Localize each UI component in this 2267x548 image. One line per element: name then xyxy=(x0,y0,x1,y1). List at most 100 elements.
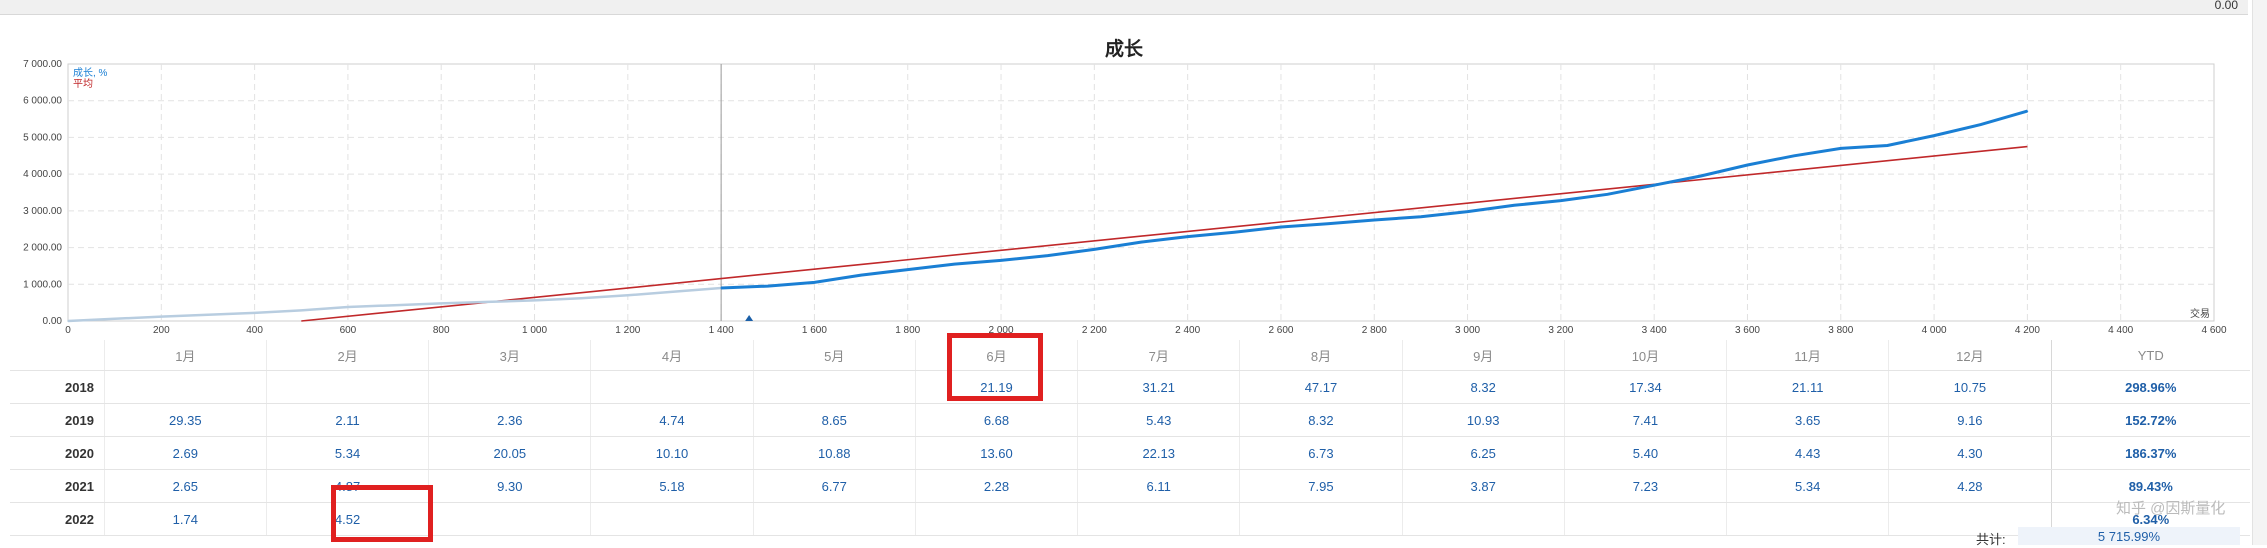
month-return-cell: 6.77 xyxy=(752,469,916,503)
y-tick-label: 2 000.00 xyxy=(23,243,62,254)
growth-point xyxy=(1560,199,1562,202)
x-tick-label: 1 000 xyxy=(522,325,547,336)
row-year: 2019 xyxy=(10,403,105,437)
growth-point xyxy=(813,281,816,284)
table-row: 2020 2.69 5.34 20.05 10.10 10.88 13.60 22.13 6.7… xyxy=(10,436,2250,470)
x-tick-label: 200 xyxy=(153,325,170,336)
y-tick-label: 5 000.00 xyxy=(23,132,62,143)
header-month: 10月 xyxy=(1563,340,1727,371)
y-tick-label: 6 000.00 xyxy=(23,96,62,107)
x-tick-label: 4 200 xyxy=(2015,325,2040,336)
ytd-cell: 298.96% xyxy=(2050,370,2250,404)
total-value: 5 715.99% xyxy=(2018,527,2240,545)
growth-point xyxy=(953,263,956,265)
growth-point xyxy=(1933,134,1935,137)
growth-point xyxy=(2026,110,2029,112)
header-month: 5月 xyxy=(752,340,916,371)
x-tick-label: 3 800 xyxy=(1828,325,1853,336)
watermark-text: 知乎 @因斯量化 xyxy=(2116,500,2226,517)
x-tick-label: 2 600 xyxy=(1268,325,1293,336)
header-month: 4月 xyxy=(590,340,754,371)
growth-point xyxy=(207,313,209,316)
row-year: 2020 xyxy=(10,436,105,470)
month-return-cell: 5.40 xyxy=(1563,436,1727,470)
month-return-cell: 17.34 xyxy=(1563,370,1727,404)
table-header-row: 1月 2月 3月 4月 5月 6月 7月 8月 9月 10月 11月 12月 YTD xyxy=(10,340,2250,371)
month-return-cell: 2.28 xyxy=(914,469,1078,503)
row-year: 2021 xyxy=(10,469,105,503)
growth-point xyxy=(440,302,443,305)
growth-point xyxy=(487,301,489,303)
growth-point xyxy=(860,274,862,276)
growth-point xyxy=(627,294,629,297)
month-return-cell: 5.18 xyxy=(590,469,754,503)
growth-point xyxy=(1046,254,1049,257)
month-return-cell: 31.21 xyxy=(1077,370,1240,404)
month-return-cell: 20.05 xyxy=(428,436,591,470)
x-tick-label: 4 000 xyxy=(1922,325,1947,336)
growth-point xyxy=(1326,222,1329,225)
growth-point xyxy=(1513,204,1516,207)
month-return-cell: 5.34 xyxy=(265,436,429,470)
y-tick-label: 4 000.00 xyxy=(23,169,62,180)
month-return-cell: 3.87 xyxy=(1401,469,1565,503)
growth-point xyxy=(1466,210,1469,213)
header-month: 9月 xyxy=(1401,340,1565,371)
growth-point xyxy=(1793,154,1795,157)
x-tick-label: 800 xyxy=(433,325,450,336)
y-tick-label: 7 000.00 xyxy=(23,59,62,70)
header-month: 2月 xyxy=(265,340,429,371)
month-return-cell xyxy=(590,370,754,404)
top-summary-bar: 0.00 xyxy=(0,0,2248,15)
x-tick-label: 1 600 xyxy=(802,325,827,336)
growth-point xyxy=(533,299,536,302)
plot-area xyxy=(67,63,2215,322)
month-return-cell: 3.65 xyxy=(1726,403,1889,437)
x-tick-label: 1 200 xyxy=(615,325,640,336)
x-tick-label: 2 400 xyxy=(1175,325,1200,336)
x-tick-label: 3 200 xyxy=(1548,325,1573,336)
growth-point xyxy=(393,304,396,307)
month-return-cell: 4.30 xyxy=(1888,436,2052,470)
month-return-cell: 7.23 xyxy=(1563,469,1727,503)
month-return-cell: 7.41 xyxy=(1563,403,1727,437)
month-return-cell: 10.88 xyxy=(752,436,916,470)
month-return-cell: 8.65 xyxy=(752,403,916,437)
header-month: 1月 xyxy=(103,340,267,371)
month-return-cell: 5.43 xyxy=(1077,403,1240,437)
month-return-cell: 22.13 xyxy=(1077,436,1240,470)
x-tick-label: 4 600 xyxy=(2201,325,2226,336)
x-tick-label: 4 400 xyxy=(2108,325,2133,336)
x-tick-label: 400 xyxy=(246,325,263,336)
y-tick-label: 1 000.00 xyxy=(23,279,62,290)
growth-point xyxy=(300,309,303,312)
growth-point xyxy=(1186,235,1189,238)
growth-point xyxy=(160,315,163,318)
month-return-cell xyxy=(103,370,267,404)
x-tick-label: 3 600 xyxy=(1735,325,1760,336)
growth-chart: 0 200 400 600 800 1 000 1 200 1 400 1 600 1 800 2 … xyxy=(23,59,2227,336)
header-month: 8月 xyxy=(1239,340,1403,371)
month-return-cell xyxy=(265,370,429,404)
x-tick-label: 600 xyxy=(340,325,357,336)
ytd-cell: 186.37% xyxy=(2050,436,2250,470)
month-return-cell: 4.43 xyxy=(1726,436,1889,470)
month-return-cell: 6.25 xyxy=(1401,436,1565,470)
total-label: 共计: xyxy=(1976,532,2006,547)
month-return-cell: 8.32 xyxy=(1239,403,1403,437)
growth-point xyxy=(113,317,116,320)
growth-point xyxy=(1606,193,1609,196)
header-month: 3月 xyxy=(428,340,591,371)
row-year: 2018 xyxy=(10,370,105,404)
ytd-cell: 152.72% xyxy=(2050,403,2250,437)
month-return-cell: 2.11 xyxy=(265,403,429,437)
vertical-scrollbar[interactable] xyxy=(2252,0,2267,545)
month-return-cell: 9.30 xyxy=(428,469,591,503)
month-return-cell: 4.74 xyxy=(590,403,754,437)
header-month: 12月 xyxy=(1888,340,2052,371)
month-return-cell: 21.11 xyxy=(1726,370,1889,404)
growth-point xyxy=(1653,184,1655,186)
highlight-box-2022-feb xyxy=(331,485,433,542)
x-tick-label: 2 200 xyxy=(1082,325,1107,336)
month-return-cell: 8.32 xyxy=(1401,370,1565,404)
